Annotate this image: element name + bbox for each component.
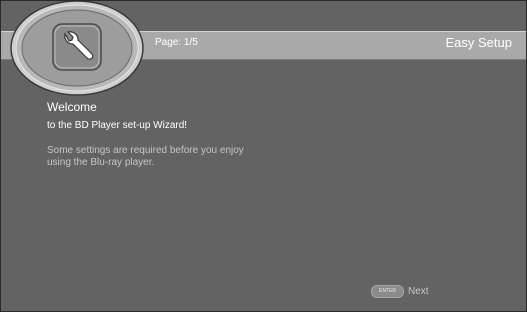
welcome-subheading: to the BD Player set-up Wizard! xyxy=(47,120,188,131)
welcome-heading: Welcome xyxy=(47,100,97,114)
info-line: Some settings are required before you en… xyxy=(47,145,244,156)
info-line: using the Blu-ray player. xyxy=(47,157,155,168)
next-button[interactable]: ENTER Next xyxy=(371,284,429,298)
screen-title: Easy Setup xyxy=(445,35,513,50)
setup-info-text: Some settings are required before you en… xyxy=(47,145,307,169)
wrench-icon xyxy=(52,23,102,71)
page-indicator: Page: 1/5 xyxy=(155,37,198,48)
setup-emblem xyxy=(9,1,145,97)
enter-key-icon: ENTER xyxy=(371,284,404,298)
easy-setup-screen: Page: 1/5 Easy Setup Welcome to the BD P… xyxy=(0,0,527,312)
next-label: Next xyxy=(408,285,429,297)
